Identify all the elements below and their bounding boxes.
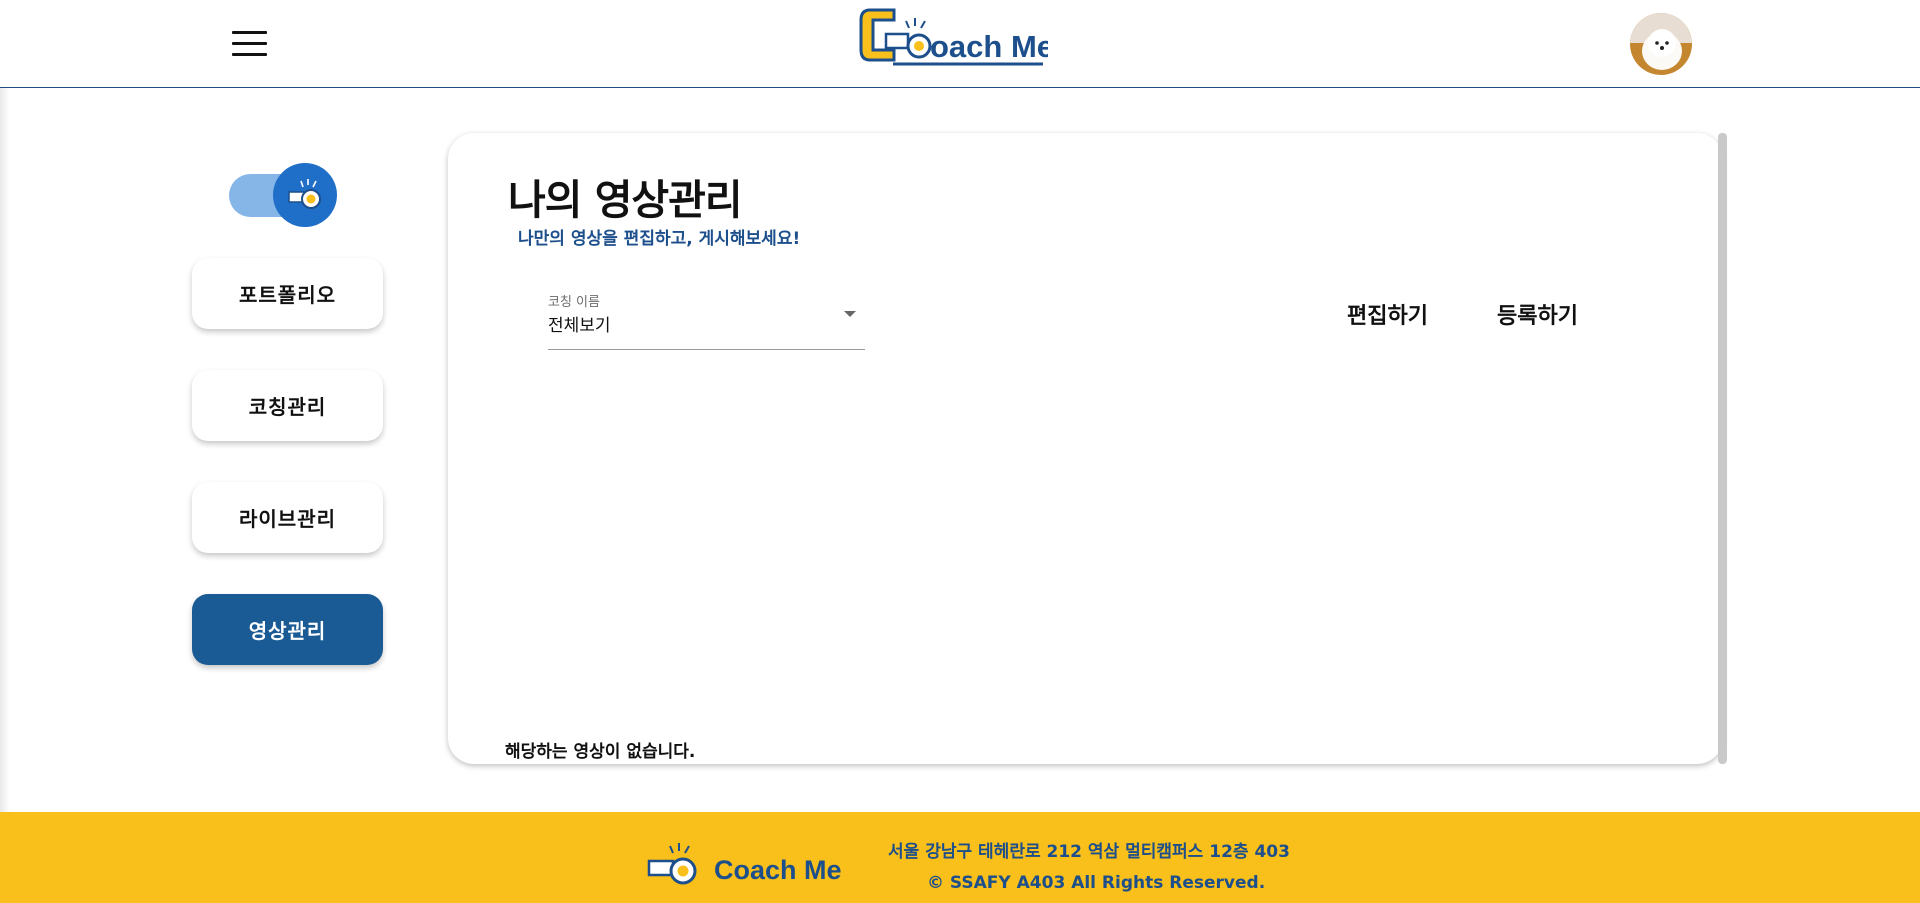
- dog-avatar-icon: [1630, 13, 1692, 75]
- coaching-name-select[interactable]: 코칭 이름 전체보기: [548, 289, 865, 350]
- top-header: oach Me: [0, 0, 1920, 88]
- coach-me-logo[interactable]: oach Me: [858, 6, 1054, 68]
- svg-text:Coach Me: Coach Me: [714, 855, 842, 885]
- edit-button[interactable]: 편집하기: [1347, 298, 1428, 330]
- coach-mode-toggle[interactable]: [229, 163, 337, 227]
- toggle-knob: [273, 163, 337, 227]
- sidebar-item-video[interactable]: 영상관리: [192, 594, 383, 665]
- whistle-icon: [288, 179, 321, 209]
- hamburger-menu-icon[interactable]: [232, 31, 267, 57]
- card-scrollbar[interactable]: [1718, 133, 1727, 764]
- select-value: 전체보기: [548, 316, 611, 336]
- svg-text:oach Me: oach Me: [930, 29, 1048, 64]
- register-button[interactable]: 등록하기: [1497, 298, 1578, 330]
- sidebar-item-live[interactable]: 라이브관리: [192, 482, 383, 553]
- empty-state-message: 해당하는 영상이 없습니다.: [505, 742, 696, 762]
- footer-address: 서울 강남구 테헤란로 212 역삼 멀티캠퍼스 12층 403: [888, 842, 1290, 862]
- whistle-logo-icon: oach Me: [859, 8, 1054, 66]
- user-avatar[interactable]: [1630, 13, 1692, 75]
- footer-copyright: © SSAFY A403 All Rights Reserved.: [927, 873, 1266, 893]
- page-edge-shadow: [0, 0, 10, 812]
- sidebar-item-portfolio[interactable]: 포트폴리오: [192, 258, 383, 329]
- sidebar-item-coaching[interactable]: 코칭관리: [192, 370, 383, 441]
- page-subtitle: 나만의 영상을 편집하고, 게시해보세요!: [518, 229, 801, 249]
- select-label: 코칭 이름: [548, 295, 600, 310]
- footer-whistle-icon: Coach Me: [647, 843, 842, 885]
- footer-logo: Coach Me: [647, 841, 847, 891]
- chevron-down-icon: [844, 311, 856, 317]
- page-title: 나의 영상관리: [508, 176, 743, 224]
